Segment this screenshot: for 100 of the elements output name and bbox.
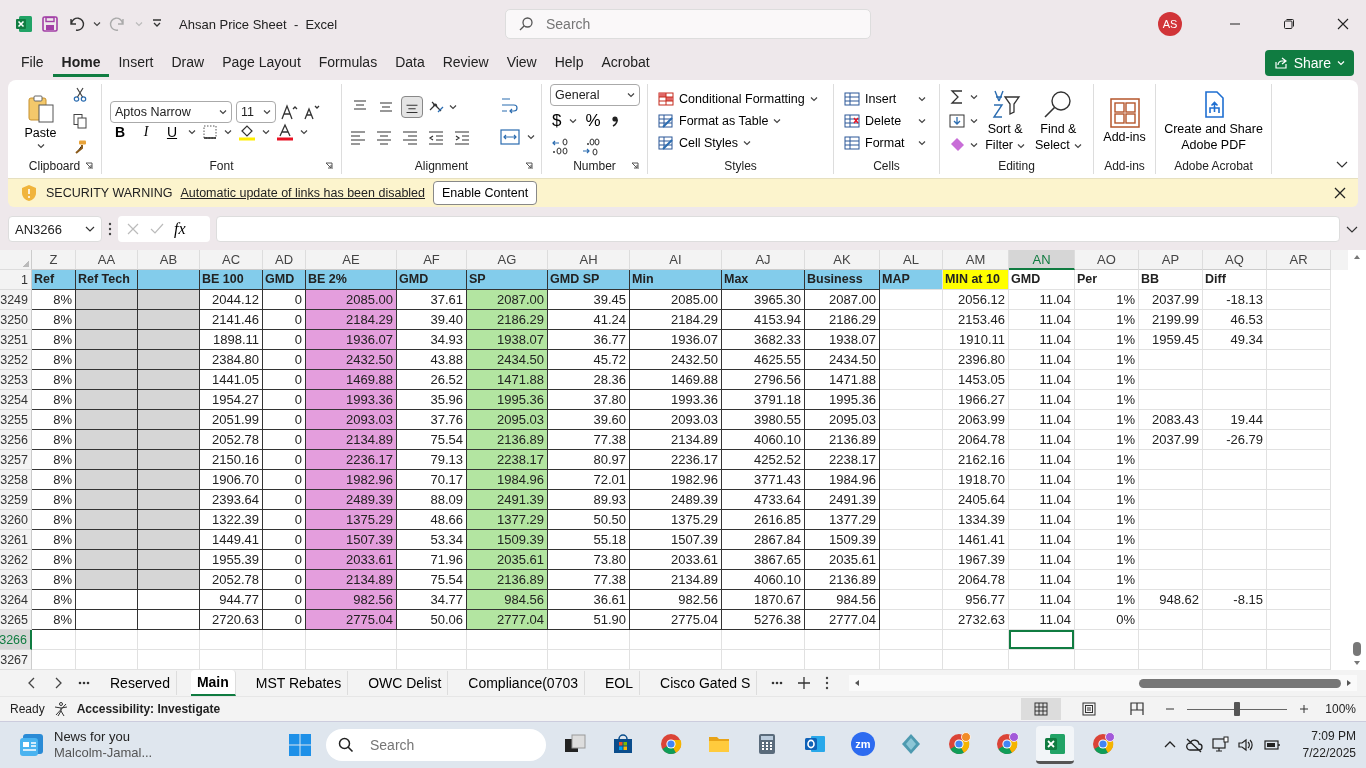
scroll-left-icon[interactable] <box>853 679 862 687</box>
row-header[interactable]: 3253 <box>0 370 32 390</box>
caret-icon[interactable] <box>262 128 270 136</box>
undo-icon[interactable] <box>67 15 85 33</box>
decrease-decimal-icon[interactable] <box>580 136 602 158</box>
scroll-up-icon[interactable] <box>1353 253 1361 261</box>
bold-button[interactable]: B <box>110 124 130 140</box>
row-header[interactable]: 3266 <box>0 630 32 650</box>
scrollbar-thumb[interactable] <box>1353 642 1361 656</box>
row-header[interactable]: 3267 <box>0 650 32 670</box>
row-header[interactable]: 3260 <box>0 510 32 530</box>
ribbon-tab[interactable]: Acrobat <box>592 49 659 77</box>
news-subtitle[interactable]: Malcolm-Jamal... <box>54 745 153 761</box>
column-header[interactable]: AQ <box>1203 250 1267 270</box>
align-left-icon[interactable] <box>348 128 367 146</box>
row-header[interactable]: 3254 <box>0 390 32 410</box>
sheet-tab[interactable]: Compliance(0703 <box>462 671 585 695</box>
row-header[interactable]: 3263 <box>0 570 32 590</box>
cells-menu-button[interactable]: Format <box>842 134 928 152</box>
vertical-align-icon[interactable] <box>400 96 423 118</box>
caret-icon[interactable] <box>300 128 308 136</box>
ribbon-tab[interactable]: Draw <box>162 49 214 77</box>
sheet-tab[interactable]: Reserved <box>104 671 177 695</box>
more-options-icon[interactable] <box>108 222 112 236</box>
align-center-icon[interactable] <box>374 128 393 146</box>
create-pdf-button[interactable]: Create and Share Adobe PDF <box>1161 89 1266 153</box>
decrease-font-size-icon[interactable] <box>302 103 320 121</box>
clock-date[interactable]: 7/22/2025 <box>1302 745 1356 762</box>
share-button[interactable]: Share <box>1264 50 1354 76</box>
ribbon-tab[interactable]: View <box>497 49 546 77</box>
ribbon-tab[interactable]: Insert <box>109 49 163 77</box>
dialog-launcher-icon[interactable] <box>525 162 533 170</box>
sheet-tab[interactable]: EOL <box>599 671 641 695</box>
taskbar-search-field[interactable]: Search <box>326 729 546 761</box>
styles-menu-button[interactable]: Cell Styles <box>656 134 754 152</box>
accessibility-icon[interactable] <box>52 701 69 717</box>
number-format-dropdown[interactable]: General <box>550 84 640 106</box>
copy-icon[interactable] <box>71 113 88 129</box>
fill-color-icon[interactable] <box>238 123 256 141</box>
news-title[interactable]: News for you <box>54 729 153 745</box>
zoom-slider-thumb[interactable] <box>1234 702 1241 716</box>
volume-icon[interactable] <box>1236 736 1255 754</box>
decrease-indent-icon[interactable] <box>426 128 445 146</box>
increase-indent-icon[interactable] <box>452 128 471 146</box>
scroll-down-icon[interactable] <box>1353 659 1361 667</box>
check-icon[interactable] <box>150 222 164 236</box>
row-header[interactable]: 3258 <box>0 470 32 490</box>
more-options-icon[interactable] <box>825 676 830 690</box>
view-button[interactable] <box>1021 698 1062 720</box>
row-header[interactable]: 3252 <box>0 350 32 370</box>
account-avatar[interactable]: AS <box>1158 12 1182 36</box>
taskbar-button[interactable]: zm <box>844 726 882 764</box>
ribbon-tab[interactable]: Help <box>545 49 593 77</box>
styles-menu-button[interactable]: Conditional Formatting <box>656 90 820 108</box>
italic-button[interactable]: I <box>136 124 156 140</box>
caret-icon[interactable] <box>569 117 578 125</box>
taskbar-button[interactable] <box>1036 726 1074 764</box>
sheet-tab[interactable]: Main <box>190 670 236 696</box>
sheet-tab[interactable]: Cisco Gated S <box>654 671 758 695</box>
accessibility-status[interactable]: Accessibility: Investigate <box>76 702 221 716</box>
sheet-tab[interactable]: OWC Delist <box>362 671 449 695</box>
ribbon-tab[interactable]: Review <box>433 49 498 77</box>
cells-menu-button[interactable]: Delete <box>842 112 928 130</box>
column-header[interactable]: AR <box>1267 250 1331 270</box>
merge-center-icon[interactable] <box>498 126 521 148</box>
scrollbar-thumb[interactable] <box>1139 678 1342 688</box>
add-sheet-icon[interactable] <box>797 676 812 690</box>
row-header[interactable]: 3264 <box>0 590 32 610</box>
row-header[interactable]: 3261 <box>0 530 32 550</box>
underline-button[interactable]: U <box>162 124 182 140</box>
borders-icon[interactable] <box>202 124 218 140</box>
row-header[interactable]: 3251 <box>0 330 32 350</box>
increase-font-size-icon[interactable] <box>280 103 298 121</box>
network-icon[interactable] <box>1210 736 1229 754</box>
fill-down-icon[interactable] <box>948 112 967 130</box>
caret-icon[interactable] <box>970 141 979 149</box>
row-header[interactable]: 3259 <box>0 490 32 510</box>
cut-icon[interactable] <box>71 87 88 103</box>
caret-icon[interactable] <box>526 133 535 141</box>
dialog-launcher-icon[interactable] <box>631 162 639 170</box>
dialog-launcher-icon[interactable] <box>325 162 333 170</box>
sort-filter-button[interactable]: Sort & Filter <box>982 89 1028 153</box>
ribbon-tab[interactable]: Formulas <box>309 49 387 77</box>
caret-icon[interactable] <box>188 128 196 136</box>
row-header[interactable]: 3249 <box>0 290 32 310</box>
paste-button[interactable]: Paste <box>21 92 60 150</box>
row-header[interactable]: 3250 <box>0 310 32 330</box>
column-header[interactable]: AN <box>1009 250 1075 270</box>
news-icon[interactable] <box>18 731 46 759</box>
close-icon[interactable] <box>1334 187 1346 199</box>
font-name-dropdown[interactable]: Aptos Narrow <box>110 101 232 123</box>
row-header[interactable]: 1 <box>0 270 32 290</box>
ribbon-tab[interactable]: Data <box>386 49 434 77</box>
currency-button[interactable]: $ <box>550 111 564 131</box>
row-header[interactable]: 3265 <box>0 610 32 630</box>
column-header[interactable]: AP <box>1139 250 1203 270</box>
column-header[interactable]: AO <box>1075 250 1139 270</box>
ribbon-tab[interactable]: Page Layout <box>213 49 310 77</box>
start-icon[interactable] <box>288 733 312 757</box>
search-field[interactable]: Search <box>505 9 871 39</box>
